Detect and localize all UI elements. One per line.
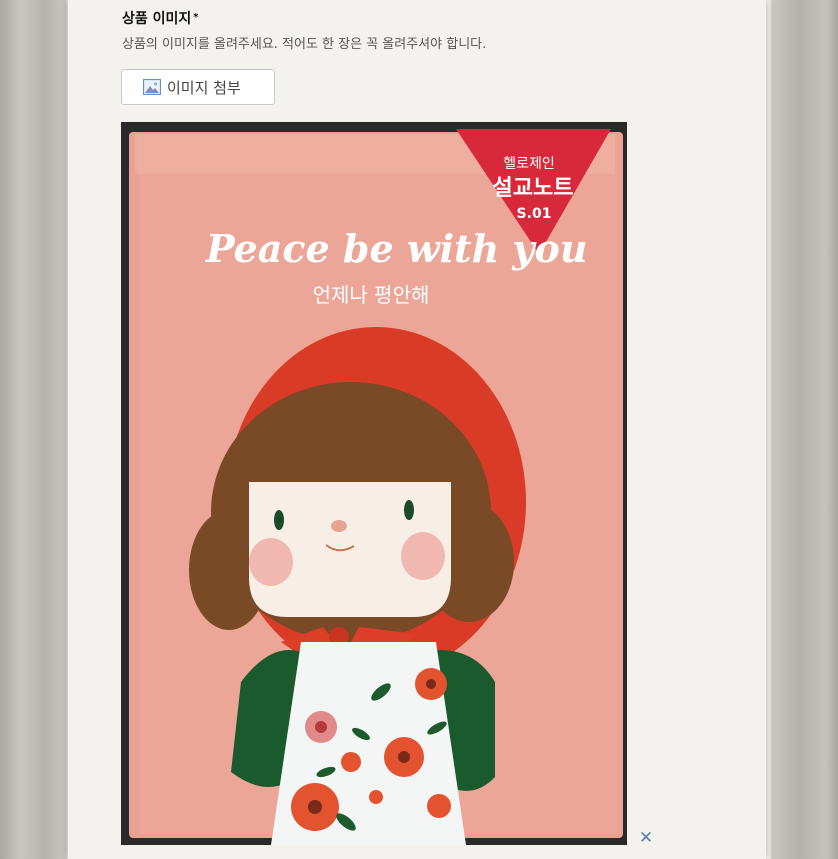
remove-image-button[interactable]: ✕ <box>638 830 654 847</box>
cover-title: Peace be with you <box>205 226 587 271</box>
cover-subtitle: 언제나 평안해 <box>313 283 430 307</box>
helper-text: 상품의 이미지를 올려주세요. 적어도 한 장은 꼭 올려주셔야 합니다. <box>122 37 487 52</box>
image-icon <box>143 79 161 95</box>
section-title-text: 상품 이미지 <box>122 11 192 27</box>
badge-line2: 설교노트 <box>493 176 574 201</box>
notebook-photo: 헬로제인 설교노트 S.01 Peace be with you 언제나 평안해 <box>121 122 627 845</box>
section-title: 상품 이미지 * <box>122 8 199 28</box>
attach-image-button[interactable]: 이미지 첨부 <box>121 69 275 105</box>
image-preview: 헬로제인 설교노트 S.01 Peace be with you 언제나 평안해 <box>121 122 627 845</box>
badge-line1: 헬로제인 <box>503 156 555 172</box>
badge-line3: S.01 <box>517 206 552 222</box>
attach-button-label: 이미지 첨부 <box>167 78 241 97</box>
required-mark: * <box>193 11 199 23</box>
